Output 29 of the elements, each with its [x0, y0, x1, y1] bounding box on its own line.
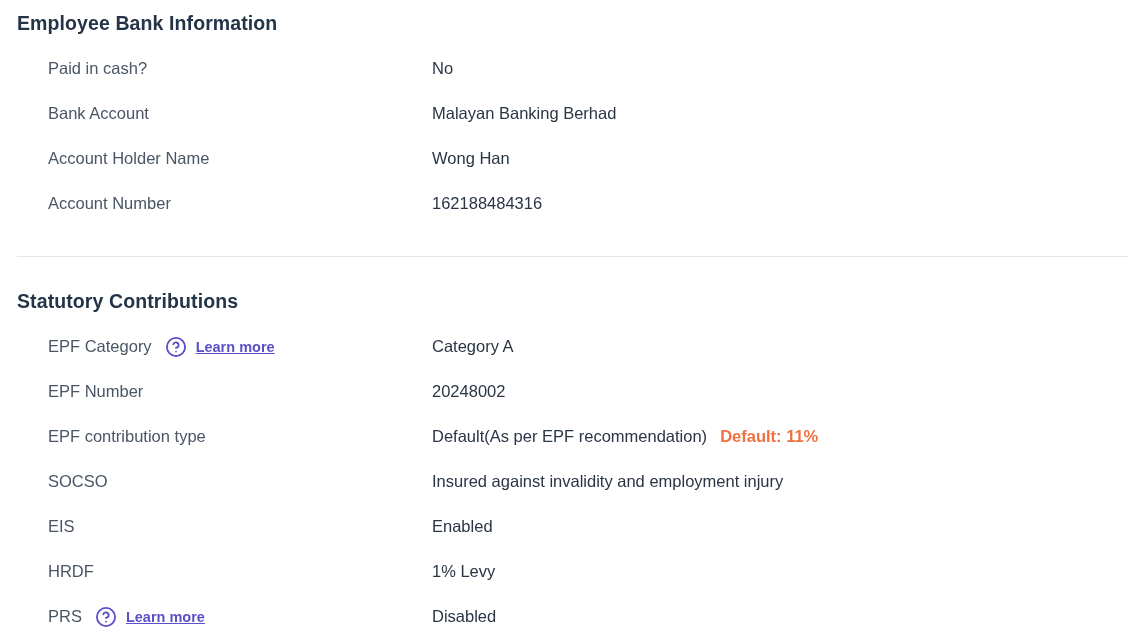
field-value: Disabled: [432, 607, 497, 626]
section-title: Statutory Contributions: [17, 289, 239, 313]
field-label: Account Number: [48, 194, 171, 213]
field-value: Default(As per EPF recommendation): [432, 427, 708, 446]
field-value: Wong Han: [432, 149, 510, 168]
field-label: SOCSO: [48, 472, 108, 491]
help-icon[interactable]: [95, 606, 116, 627]
field-value: 20248002: [432, 382, 506, 401]
field-value: Enabled: [432, 517, 493, 536]
field-label: EIS: [48, 517, 75, 536]
learn-more-link[interactable]: Learn more: [195, 338, 275, 355]
field-label: HRDF: [48, 562, 94, 581]
field-label: PRS: [48, 607, 82, 626]
field-label: EPF contribution type: [48, 427, 206, 446]
field-label: Account Holder Name: [48, 149, 210, 168]
learn-more-link[interactable]: Learn more: [125, 608, 205, 625]
help-icon[interactable]: [165, 336, 186, 357]
field-value: 162188484316: [432, 194, 543, 213]
field-value: Category A: [432, 337, 514, 356]
field-label: Paid in cash?: [48, 59, 148, 78]
field-value: Malayan Banking Berhad: [432, 104, 617, 123]
field-value: No: [432, 59, 454, 78]
field-value: 1% Levy: [432, 562, 496, 581]
field-value: Insured against invalidity and employment injury: [432, 472, 784, 491]
field-label: Bank Account: [48, 104, 149, 123]
default-rate-note: Default: 11%: [720, 427, 819, 446]
field-label: EPF Number: [48, 382, 144, 401]
section-title: Employee Bank Information: [17, 11, 278, 35]
field-label: EPF Category: [48, 337, 152, 356]
